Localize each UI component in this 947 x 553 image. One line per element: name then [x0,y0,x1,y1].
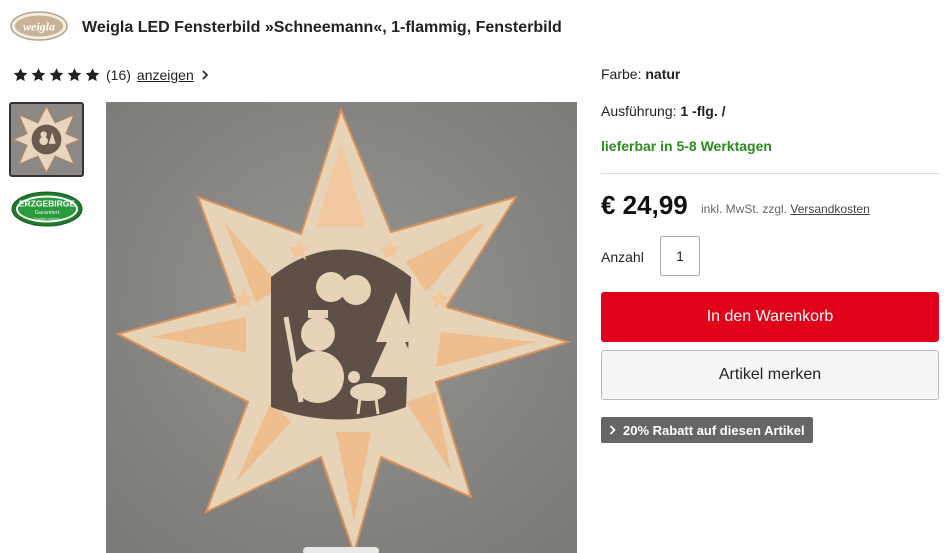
shipping-costs-link[interactable]: Versandkosten [790,202,869,216]
star-icon [85,68,100,82]
star-icon [67,68,82,82]
chevron-right-icon [609,425,616,435]
star-window-decoration-image [106,102,577,553]
add-to-cart-button[interactable]: In den Warenkorb [601,292,939,342]
variant-label: Ausführung: [601,103,677,119]
availability-status: lieferbar in 5-8 Werktagen [601,138,772,154]
chevron-right-icon[interactable] [201,70,209,80]
color-row: Farbe: natur [601,66,680,82]
product-header: weigla Weigla LED Fensterbild »Schneeman… [0,0,947,56]
star-rating [12,67,101,83]
seal-title: ERZGEBIRGE [19,199,76,209]
thumbnail-list: ERZGEBIRGE Garantiert Tradition erleben [9,102,85,227]
seal-tagline: Tradition erleben [34,217,60,221]
color-label: Farbe: [601,66,642,82]
price-note: inkl. MwSt. zzgl. Versandkosten [701,202,870,216]
wishlist-button[interactable]: Artikel merken [601,350,939,400]
quantity-input[interactable] [660,236,700,276]
rating-count: (16) [106,67,131,83]
discount-label: 20% Rabatt auf diesen Artikel [623,422,805,438]
brand-logo[interactable]: weigla [10,10,68,42]
divider [601,173,939,174]
brand-logo-text: weigla [23,20,55,34]
variant-row: Ausführung: 1 -flg. / [601,103,726,119]
tax-note: inkl. MwSt. zzgl. [701,202,788,216]
quantity-label: Anzahl [601,249,644,265]
star-icon [13,68,28,82]
star-window-image-icon [11,104,82,175]
star-icon [31,68,46,82]
price: € 24,99 [601,190,688,220]
show-reviews-link[interactable]: anzeigen [137,67,194,83]
main-product-image[interactable] [106,102,577,553]
variant-value: 1 -flg. / [680,103,726,119]
color-value: natur [645,66,681,82]
discount-badge[interactable]: 20% Rabatt auf diesen Artikel [601,417,813,443]
thumbnail-main-image[interactable] [9,102,84,177]
erzgebirge-seal-icon[interactable]: ERZGEBIRGE Garantiert Tradition erleben [11,191,83,227]
product-title: Weigla LED Fensterbild »Schneemann«, 1-f… [82,19,562,36]
star-icon [49,68,64,82]
rating-summary: (16) anzeigen [12,66,209,84]
seal-subtitle: Garantiert [35,210,60,216]
image-pager-indicator[interactable] [303,547,379,553]
